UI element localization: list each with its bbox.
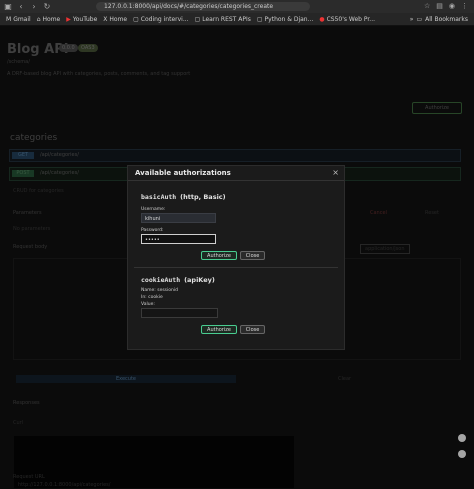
address-bar[interactable]: 127.0.0.1:8000/api/docs/#/categories/cat… <box>96 2 310 11</box>
cookie-value-label: Value: <box>141 302 155 307</box>
bookmark-home-2[interactable]: X Home <box>103 16 127 23</box>
username-input[interactable]: kihuni <box>141 213 216 223</box>
bookmark-youtube[interactable]: ▶ YouTube <box>66 16 97 23</box>
bookmarks-bar: M Gmail ⌂ Home ▶ YouTube X Home ▢ Coding inte… <box>0 13 474 26</box>
authorizations-modal: Available authorizations × basicAuth (ht… <box>127 165 345 350</box>
page-icon: ▢ <box>256 15 263 23</box>
reload-icon[interactable]: ↻ <box>42 2 52 12</box>
home-icon: ⌂ <box>36 15 41 23</box>
cs50-icon: ● <box>319 15 325 23</box>
password-input[interactable]: ••••• <box>141 234 216 244</box>
back-icon[interactable]: ‹ <box>16 2 26 12</box>
bookmark-rest[interactable]: ▢ Learn REST APIs <box>195 16 251 23</box>
basic-close-button[interactable]: Close <box>240 251 265 260</box>
page-icon: ▢ <box>133 15 139 23</box>
chevron-right-icon: » <box>409 15 414 23</box>
close-icon[interactable]: × <box>332 168 339 177</box>
password-label: Password: <box>141 228 164 233</box>
gmail-icon: M <box>6 15 12 23</box>
forward-icon[interactable]: › <box>29 2 39 12</box>
bookmark-coding[interactable]: ▢ Coding intervi... <box>133 16 188 23</box>
bookmark-python[interactable]: ▢ Python & Djan... <box>257 16 313 23</box>
extension-icon[interactable]: ▤ <box>436 2 443 10</box>
cookie-auth-title: cookieAuth (apiKey) <box>141 276 215 284</box>
cookie-close-button[interactable]: Close <box>240 325 265 334</box>
kebab-menu-icon[interactable]: ⋮ <box>461 2 468 10</box>
browser-toolbar: ▣ ‹ › ↻ 127.0.0.1:8000/api/docs/#/catego… <box>0 0 474 13</box>
profile-icon[interactable]: ◉ <box>449 2 455 10</box>
cookie-in-line: In: cookie <box>141 295 163 300</box>
cookie-value-input[interactable] <box>141 308 218 318</box>
basic-auth-title: basicAuth (http, Basic) <box>141 193 226 201</box>
cookie-name-line: Name: sessionid <box>141 288 178 293</box>
all-bookmarks[interactable]: » ▭ All Bookmarks <box>410 13 468 25</box>
bookmark-gmail[interactable]: M Gmail <box>6 16 31 23</box>
x-icon: X <box>103 15 108 23</box>
bookmark-cs50[interactable]: ● CS50's Web Pr... <box>319 16 375 23</box>
star-icon[interactable]: ☆ <box>424 2 430 10</box>
menu-icon[interactable]: ▣ <box>3 2 13 12</box>
page-icon: ▢ <box>194 15 201 23</box>
bookmark-home[interactable]: ⌂ Home <box>37 16 61 23</box>
youtube-icon: ▶ <box>66 15 71 23</box>
username-label: Username: <box>141 207 166 212</box>
divider <box>134 267 338 268</box>
folder-icon: ▭ <box>416 15 423 23</box>
modal-title: Available authorizations <box>135 169 231 177</box>
cookie-authorize-button[interactable]: Authorize <box>201 325 237 334</box>
basic-authorize-button[interactable]: Authorize <box>201 251 237 260</box>
